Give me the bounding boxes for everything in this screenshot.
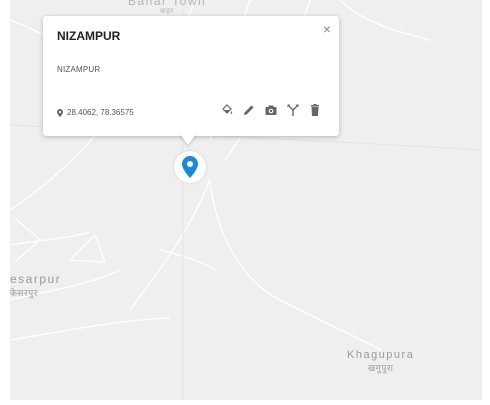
- edit-icon[interactable]: [243, 104, 255, 116]
- place-left-local: केसरपुर: [10, 288, 38, 298]
- close-button[interactable]: ×: [323, 22, 331, 36]
- fill-color-icon[interactable]: [221, 104, 233, 116]
- delete-icon[interactable]: [309, 104, 321, 116]
- directions-icon[interactable]: [287, 104, 299, 116]
- coordinates-row: 28.4062, 78.36575: [57, 108, 134, 117]
- place-top-local: बाहर: [160, 8, 175, 15]
- location-marker[interactable]: [174, 151, 206, 183]
- popup-description: NIZAMPUR: [57, 65, 101, 74]
- coordinates-text: 28.4062, 78.36575: [67, 108, 134, 117]
- location-popup: NIZAMPUR × NIZAMPUR 28.4062, 78.36575: [43, 16, 339, 136]
- place-right-local: खगुपुरा: [367, 363, 394, 373]
- popup-pointer: [179, 133, 197, 145]
- popup-actions: [221, 104, 321, 116]
- place-left-name: esarpur: [10, 272, 62, 286]
- place-right-name: Khagupura: [347, 349, 415, 361]
- map-pin-icon: [182, 156, 198, 178]
- place-label-top: Bahar Town बाहर: [128, 0, 206, 16]
- place-label-right: Khagupura खगुपुरा: [347, 349, 414, 374]
- camera-icon[interactable]: [265, 104, 277, 116]
- pin-icon: [57, 108, 63, 117]
- place-label-left: esarpur केसरपुर: [10, 272, 61, 299]
- popup-title: NIZAMPUR: [57, 29, 121, 43]
